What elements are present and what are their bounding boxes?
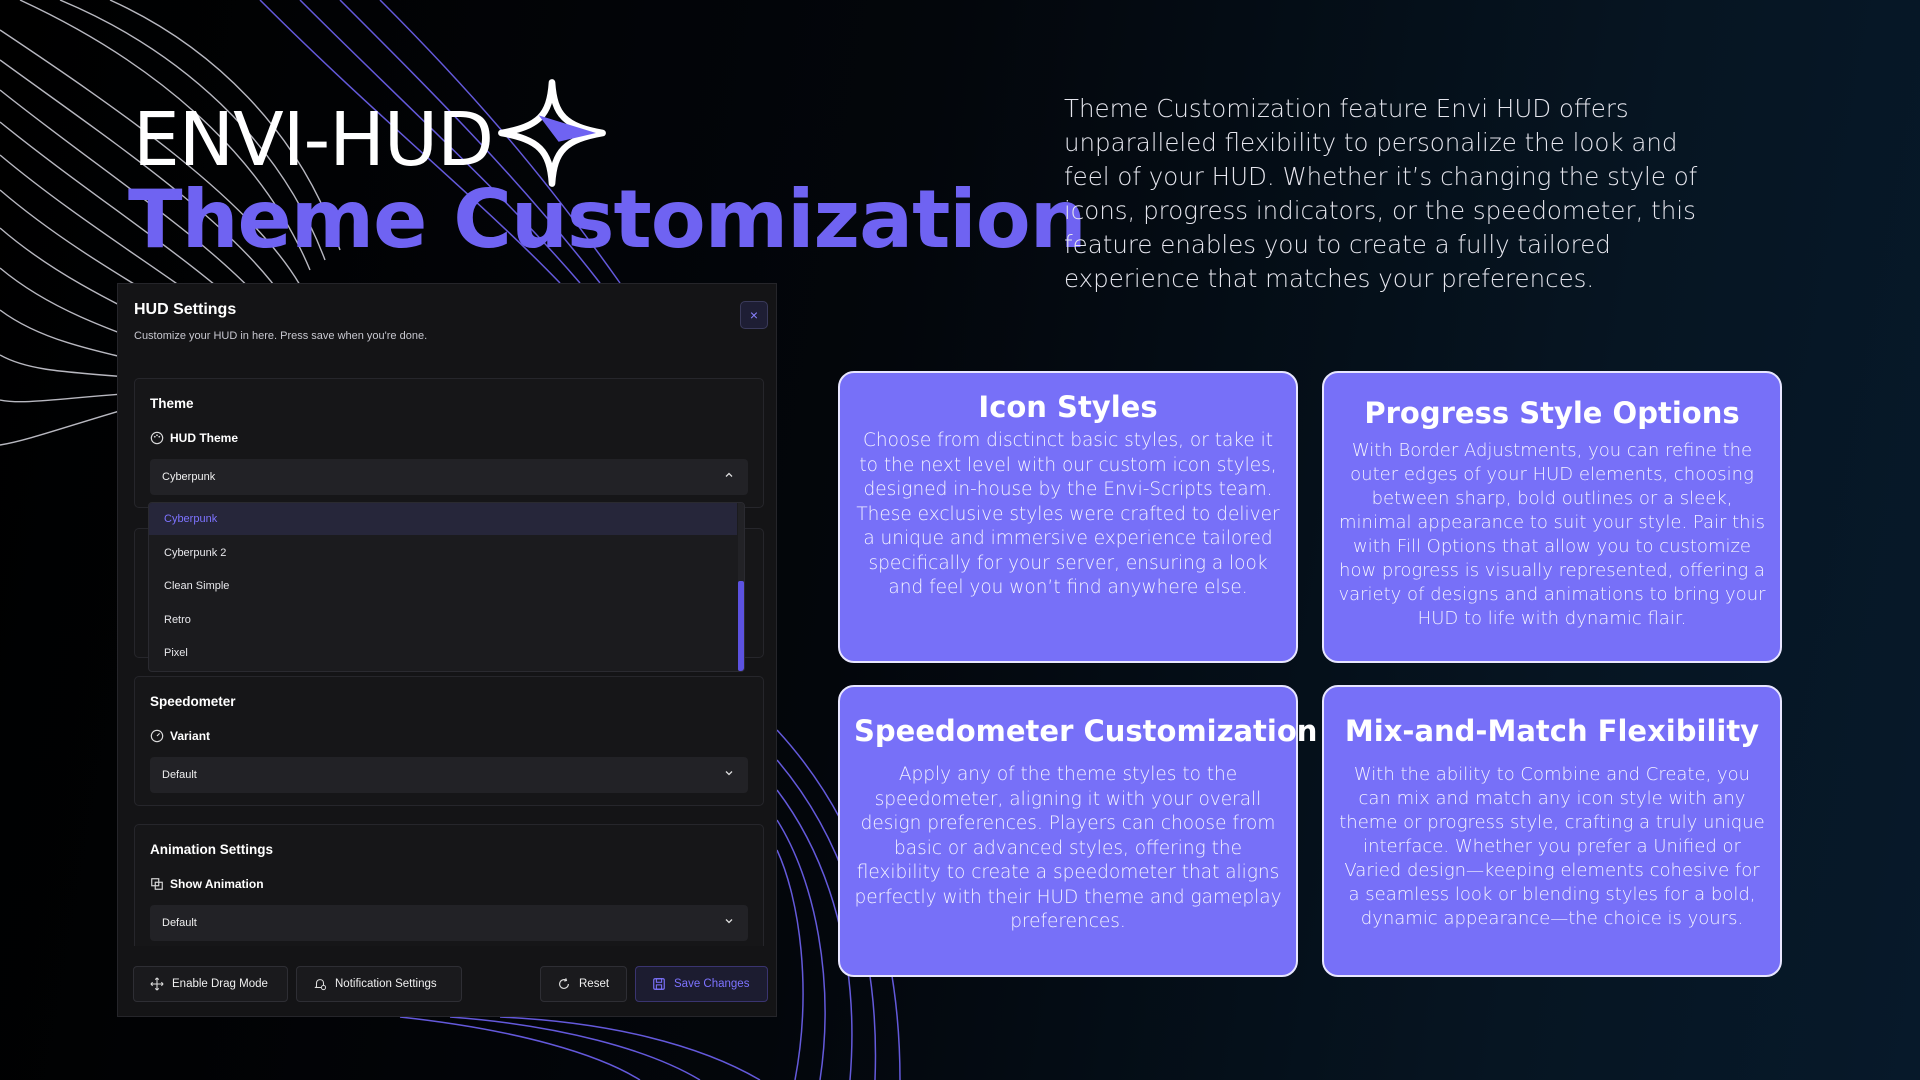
card-title: Icon Styles [978, 390, 1158, 424]
enable-drag-mode-button[interactable]: Enable Drag Mode [133, 966, 288, 1002]
brand-name: ENVI-HUD [133, 97, 494, 183]
reset-label: Reset [579, 978, 610, 990]
card-title: Speedometer Customization [854, 714, 1318, 748]
panel-subtitle: Customize your HUD in here. Press save w… [134, 330, 428, 342]
speedometer-variant-value: Default [162, 769, 197, 781]
hud-theme-label-text: HUD Theme [170, 431, 239, 445]
chevron-down-icon [725, 771, 733, 776]
move-icon [150, 977, 164, 991]
save-changes-button[interactable]: Save Changes [635, 966, 768, 1002]
hud-theme-selected-value: Cyberpunk [162, 471, 216, 483]
card-body: With Border Adjustments, you can refine … [1338, 440, 1766, 629]
feature-card-mix-and-match: Mix-and-Match Flexibility With the abili… [1322, 685, 1782, 977]
save-icon [653, 978, 665, 990]
layers-icon [151, 878, 163, 890]
chevron-up-icon [725, 472, 733, 477]
close-icon: × [749, 307, 759, 323]
chevron-down-icon [725, 919, 733, 924]
notification-settings-label: Notification Settings [335, 978, 437, 990]
page-subtitle: Theme Customization [128, 173, 1087, 266]
theme-section: Theme HUD Theme Cyberpunk [134, 378, 764, 508]
hud-theme-dropdown: Cyberpunk Cyberpunk 2 Clean Simple Retro… [148, 502, 745, 672]
panel-title: HUD Settings [134, 301, 237, 318]
speedometer-variant-select[interactable]: Default [150, 757, 748, 793]
card-title: Mix-and-Match Flexibility [1344, 714, 1760, 748]
show-animation-value: Default [162, 917, 197, 929]
feature-card-progress-style: Progress Style Options With Border Adjus… [1322, 371, 1782, 663]
card-body: Apply any of the theme styles to the spe… [854, 764, 1282, 932]
speedometer-section: Speedometer Variant Default [134, 676, 764, 806]
hud-theme-label: HUD Theme [150, 431, 238, 445]
close-button[interactable]: × [740, 301, 768, 329]
theme-option-cyberpunk[interactable]: Cyberpunk [149, 503, 737, 535]
show-animation-select[interactable]: Default [150, 905, 748, 941]
reset-button[interactable]: Reset [540, 966, 627, 1002]
theme-option-pixel[interactable]: Pixel [149, 637, 737, 669]
refresh-icon [559, 978, 569, 989]
card-body: Choose from disctinct basic styles, or t… [856, 430, 1280, 598]
speedometer-section-title: Speedometer [150, 694, 236, 709]
animation-section-title: Animation Settings [150, 842, 274, 857]
gauge-icon [150, 729, 164, 743]
feature-card-icon-styles: Icon Styles Choose from disctinct basic … [838, 371, 1298, 663]
card-body: With the ability to Combine and Create, … [1339, 764, 1765, 929]
theme-option-cyberpunk-2[interactable]: Cyberpunk 2 [149, 537, 737, 569]
notification-settings-button[interactable]: Notification Settings [296, 966, 462, 1002]
variant-label-text: Variant [170, 729, 211, 743]
save-changes-label: Save Changes [674, 978, 750, 990]
theme-option-clean-simple[interactable]: Clean Simple [149, 570, 737, 602]
feature-card-speedometer: Speedometer Customization Apply any of t… [838, 685, 1318, 977]
card-title: Progress Style Options [1364, 396, 1740, 430]
show-animation-label: Show Animation [150, 877, 264, 891]
hero-description: Theme Customization feature Envi HUD off… [1064, 94, 1698, 293]
show-animation-label-text: Show Animation [170, 877, 264, 891]
animation-section: Animation Settings Show Animation Defaul… [134, 824, 764, 954]
bell-settings-icon [314, 979, 327, 991]
palette-icon [150, 431, 164, 445]
star-logo-icon [498, 79, 606, 187]
theme-section-title: Theme [150, 396, 194, 411]
dropdown-scrollbar-thumb[interactable] [738, 581, 744, 671]
hud-theme-select[interactable]: Cyberpunk [150, 459, 748, 495]
enable-drag-mode-label: Enable Drag Mode [172, 978, 268, 990]
variant-label: Variant [150, 729, 210, 743]
theme-option-retro[interactable]: Retro [149, 604, 737, 636]
